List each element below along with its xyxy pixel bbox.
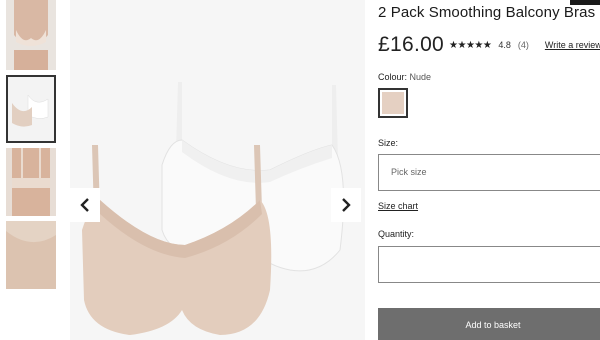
chevron-left-icon: [80, 198, 89, 212]
size-placeholder: Pick size: [391, 167, 427, 177]
product-title: 2 Pack Smoothing Balcony Bras: [378, 4, 596, 21]
quantity-input[interactable]: [378, 246, 600, 283]
thumbnail-1[interactable]: [6, 0, 56, 70]
rating-value: 4.8: [498, 40, 511, 50]
two-bras-image: [70, 0, 365, 340]
price-rating-row: £16.00 ★★★★★ 4.8 (4) Write a review: [378, 33, 600, 57]
two-bras-thumbnail-image: [8, 77, 54, 141]
colour-label: Colour: Nude: [378, 72, 431, 82]
colour-label-text: Colour:: [378, 72, 408, 82]
size-label: Size:: [378, 138, 399, 148]
thumbnail-4[interactable]: [6, 221, 56, 289]
colour-swatch-nude[interactable]: [378, 88, 408, 118]
model-front-thumbnail-image: [6, 0, 56, 70]
size-chart-link[interactable]: Size chart: [378, 201, 418, 211]
fabric-detail-thumbnail-image: [6, 221, 56, 289]
next-image-button[interactable]: [331, 188, 361, 222]
swatch-fill: [382, 92, 404, 114]
write-review-link[interactable]: Write a review: [545, 40, 600, 50]
product-details-panel: 2 Pack Smoothing Balcony Bras £16.00 ★★★…: [378, 0, 600, 340]
quantity-label: Quantity:: [378, 229, 415, 239]
star-rating-icon: ★★★★★: [449, 39, 492, 51]
main-product-image: [70, 0, 365, 340]
size-select[interactable]: Pick size: [378, 154, 600, 191]
thumbnail-2[interactable]: [6, 75, 56, 143]
model-back-thumbnail-image: [6, 148, 56, 216]
product-price: £16.00: [378, 33, 445, 56]
chevron-right-icon: [342, 198, 351, 212]
review-count[interactable]: (4): [518, 40, 529, 50]
thumbnail-3[interactable]: [6, 148, 56, 216]
selected-colour-value: Nude: [409, 72, 432, 82]
previous-image-button[interactable]: [70, 188, 100, 222]
add-to-basket-button[interactable]: Add to basket: [378, 308, 600, 340]
